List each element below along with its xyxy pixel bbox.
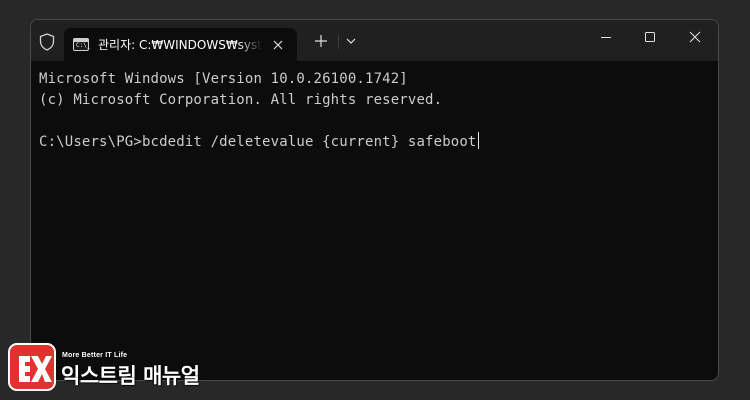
maximize-icon[interactable] <box>643 30 657 44</box>
terminal-line: (c) Microsoft Corporation. All rights re… <box>39 92 443 108</box>
terminal-line: Microsoft Windows [Version 10.0.26100.17… <box>39 71 408 87</box>
chevron-down-icon[interactable] <box>345 35 357 47</box>
text-cursor <box>477 132 479 149</box>
watermark-tagline: More Better IT Life <box>62 352 128 359</box>
tab-cmd[interactable]: C:\_ 관리자: C:₩WINDOWS₩system32₩cmd.exe <box>64 28 297 61</box>
terminal-output[interactable]: Microsoft Windows [Version 10.0.26100.17… <box>31 61 718 380</box>
tab-title: 관리자: C:₩WINDOWS₩system32₩cmd.exe <box>98 38 262 52</box>
close-icon[interactable] <box>688 30 702 44</box>
title-bar[interactable]: C:\_ 관리자: C:₩WINDOWS₩system32₩cmd.exe <box>31 20 718 61</box>
cmd-icon: C:\_ <box>73 38 90 51</box>
logo-icon <box>8 343 56 391</box>
command-line[interactable]: C:\Users\PG>bcdedit /deletevalue {curren… <box>39 132 718 153</box>
shield-icon[interactable] <box>39 33 55 51</box>
minimize-icon[interactable] <box>599 30 613 44</box>
plus-icon[interactable] <box>314 34 328 48</box>
watermark: More Better IT Life 익스트림 매뉴얼 <box>8 343 208 393</box>
close-icon[interactable] <box>271 38 285 52</box>
command-text: C:\Users\PG>bcdedit /deletevalue {curren… <box>39 134 477 150</box>
terminal-window: C:\_ 관리자: C:₩WINDOWS₩system32₩cmd.exe Mi… <box>30 19 719 381</box>
watermark-brand: 익스트림 매뉴얼 <box>61 364 200 388</box>
tab-separator <box>338 35 339 49</box>
